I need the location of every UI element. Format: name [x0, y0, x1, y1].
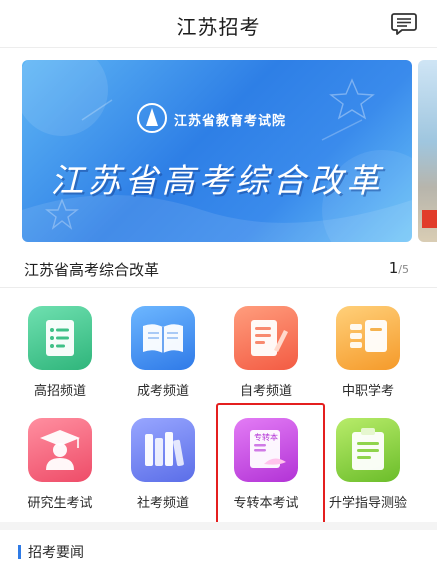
- app-header: 江苏招考: [0, 0, 437, 48]
- channel-label: 自考频道: [239, 384, 292, 399]
- channel-zhongzhi[interactable]: 中职学考: [316, 300, 420, 400]
- channel-zikao[interactable]: 自考频道: [214, 300, 318, 400]
- banner-caption-row: 江苏省高考综合改革 1/5: [0, 254, 437, 288]
- highlight-box: [216, 403, 325, 527]
- section-accent-bar: [18, 545, 21, 559]
- banner-carousel[interactable]: 江苏省教育考试院 江苏省高考综合改革: [0, 48, 437, 254]
- bookshelf-icon: [145, 432, 184, 467]
- open-book-icon: [143, 324, 183, 353]
- channel-shengxue[interactable]: 升学指导测验: [316, 412, 420, 512]
- pager-current: 1: [388, 259, 399, 277]
- news-section-header[interactable]: 招考要闻: [0, 538, 437, 568]
- channel-shekao[interactable]: 社考频道: [111, 412, 215, 512]
- banner-pager: 1/5: [389, 259, 409, 277]
- channel-label: 升学指导测验: [328, 496, 407, 511]
- channel-gaozhao[interactable]: 高招频道: [8, 300, 112, 400]
- section-divider: [0, 522, 437, 530]
- page-title: 江苏招考: [176, 15, 261, 39]
- banner-art: [22, 60, 412, 242]
- channel-label: 高招频道: [33, 384, 86, 399]
- banner-caption: 江苏省高考综合改革: [24, 261, 160, 279]
- channel-chengkao[interactable]: 成考频道: [111, 300, 215, 400]
- exam-institute-logo: [137, 103, 167, 133]
- banner-headline: 江苏省高考综合改革: [50, 161, 384, 200]
- channel-yanjiusheng[interactable]: 研究生考试: [8, 412, 112, 512]
- banner-slide[interactable]: 江苏省教育考试院 江苏省高考综合改革: [22, 60, 412, 242]
- channel-label: 中职学考: [341, 384, 394, 399]
- stacked-books-icon: [350, 320, 387, 352]
- pen-paper-icon: [251, 320, 288, 356]
- channel-label: 研究生考试: [27, 496, 93, 511]
- banner-logo-text: 江苏省教育考试院: [174, 114, 287, 129]
- graduate-icon: [40, 430, 80, 470]
- channel-label: 成考频道: [136, 384, 189, 399]
- pager-total: /5: [398, 263, 409, 276]
- message-icon[interactable]: [391, 12, 417, 36]
- document-list-icon: [46, 320, 74, 356]
- next-slide-peek[interactable]: [418, 60, 437, 242]
- news-section-title: 招考要闻: [28, 545, 84, 561]
- channel-label: 社考频道: [136, 496, 189, 511]
- clipboard-icon: [352, 428, 384, 470]
